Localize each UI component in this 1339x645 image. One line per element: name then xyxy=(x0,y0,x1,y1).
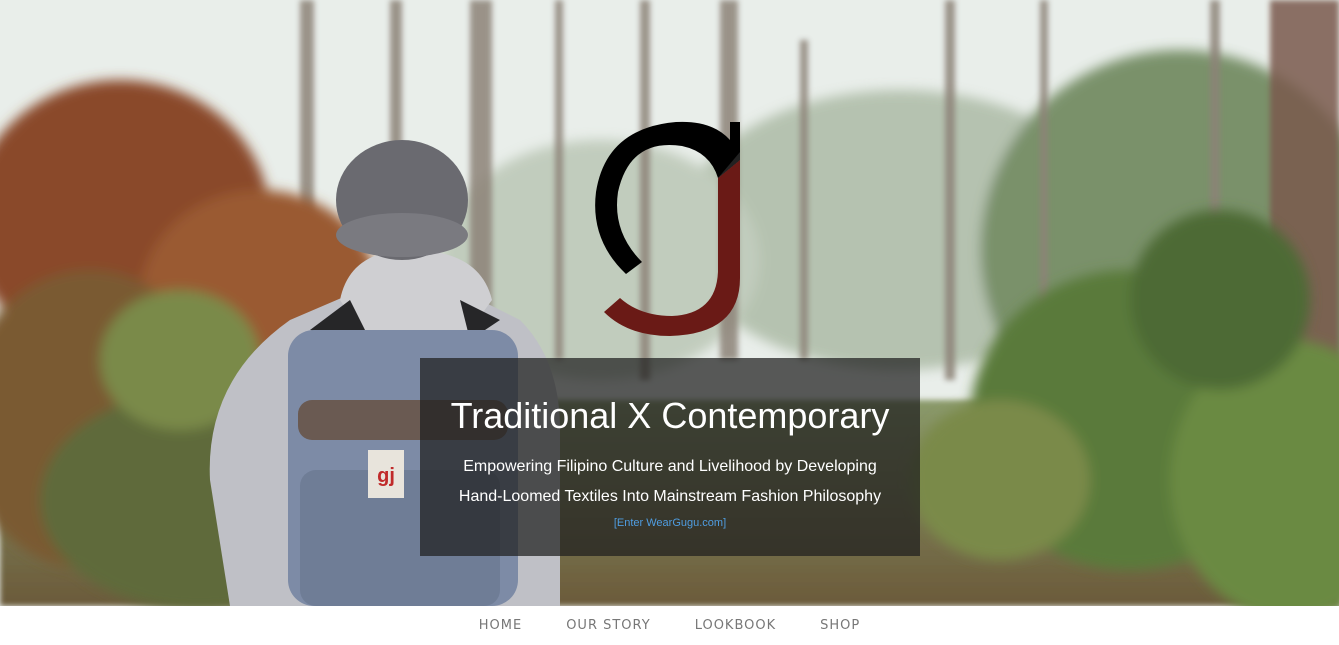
nav-item-our-story[interactable]: OUR STORY xyxy=(544,618,672,633)
nav-item-home[interactable]: HOME xyxy=(457,618,544,633)
hero-subtitle-line-2: Hand-Loomed Textiles Into Mainstream Fas… xyxy=(458,488,882,505)
svg-text:gj: gj xyxy=(377,465,395,487)
nav-item-shop[interactable]: SHOP xyxy=(798,618,882,633)
hero-title: Traditional X Contemporary xyxy=(450,395,890,436)
enter-site-link[interactable]: [Enter WearGugu.com] xyxy=(420,517,920,529)
gj-monogram-logo xyxy=(595,121,740,336)
hero-subtitle-line-1: Empowering Filipino Culture and Liveliho… xyxy=(463,458,877,475)
hero-subtitle: Empowering Filipino Culture and Liveliho… xyxy=(420,452,920,512)
main-navigation: HOME OUR STORY LOOKBOOK SHOP xyxy=(0,606,1339,645)
hero-banner: gj Traditional X Contemporary Empowering… xyxy=(0,0,1339,606)
hero-caption-panel: Traditional X Contemporary Empowering Fi… xyxy=(420,358,920,556)
nav-item-lookbook[interactable]: LOOKBOOK xyxy=(673,618,798,633)
landing-page: gj Traditional X Contemporary Empowering… xyxy=(0,0,1339,645)
